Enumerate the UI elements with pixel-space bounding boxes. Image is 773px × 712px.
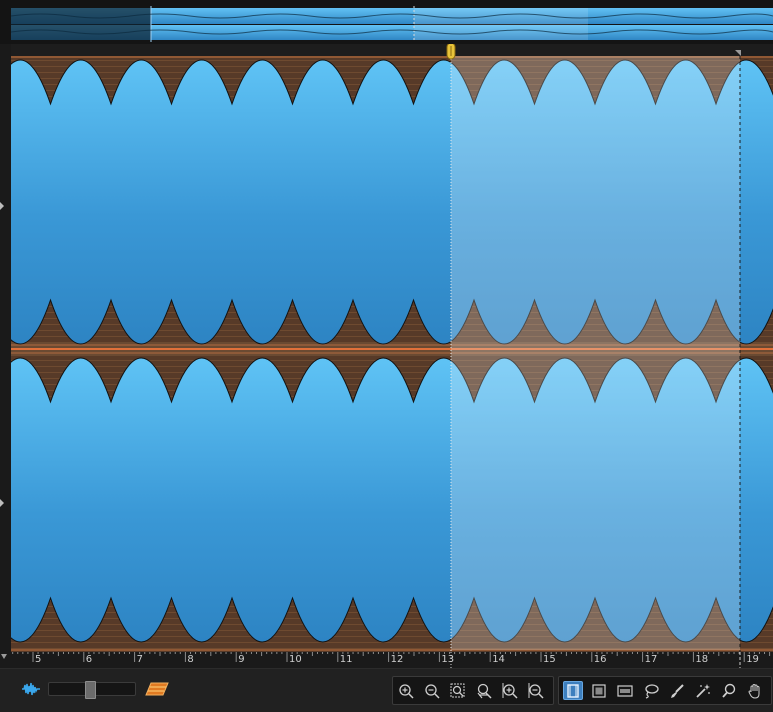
zoom-out-icon[interactable] bbox=[422, 681, 442, 700]
overview-waveform[interactable] bbox=[0, 0, 773, 44]
ruler-label: 8 bbox=[187, 654, 194, 665]
time-selection[interactable] bbox=[451, 56, 740, 650]
ruler-label: 15 bbox=[543, 654, 556, 665]
zoom-slider-thumb[interactable] bbox=[85, 681, 96, 699]
channel-right-arrow-icon[interactable] bbox=[0, 499, 4, 507]
brush-icon[interactable] bbox=[667, 681, 687, 700]
ruler-label: 17 bbox=[644, 654, 658, 665]
ruler-label: 7 bbox=[136, 654, 143, 665]
spectral-icon[interactable] bbox=[144, 681, 170, 697]
waveform-icon[interactable] bbox=[20, 680, 42, 698]
selection-end-handle-icon[interactable] bbox=[735, 50, 741, 56]
zoom-out-vertical-icon[interactable] bbox=[526, 681, 546, 700]
ruler-label: 6 bbox=[85, 654, 93, 665]
overview-navigator[interactable] bbox=[0, 0, 773, 44]
ruler-label: 9 bbox=[238, 654, 245, 665]
zoom-reset-icon[interactable] bbox=[474, 681, 494, 700]
rectangle-selection-icon[interactable] bbox=[589, 681, 609, 700]
ruler-label: 5 bbox=[35, 654, 42, 665]
channel-strip bbox=[0, 44, 11, 661]
selection-toolbar bbox=[558, 676, 772, 705]
zoom-in-icon[interactable] bbox=[396, 681, 416, 700]
ruler-label: 12 bbox=[390, 654, 404, 665]
overview-selection bbox=[414, 8, 588, 40]
lasso-icon[interactable] bbox=[641, 681, 661, 700]
hand-icon[interactable] bbox=[745, 681, 765, 700]
overview-unviewed-left bbox=[11, 8, 151, 40]
ruler-label: 18 bbox=[695, 654, 709, 665]
magnify-icon[interactable] bbox=[719, 681, 739, 700]
ruler-scroll-icon bbox=[1, 654, 7, 659]
time-selection-icon[interactable] bbox=[563, 681, 583, 700]
ruler-label: 16 bbox=[593, 654, 607, 665]
waveform-editor[interactable] bbox=[11, 44, 773, 658]
channel-left-arrow-icon[interactable] bbox=[0, 202, 4, 210]
zoom-in-vertical-icon[interactable] bbox=[500, 681, 520, 700]
ruler-label: 14 bbox=[492, 654, 505, 665]
zoom-slider[interactable] bbox=[48, 681, 136, 699]
magic-wand-icon[interactable] bbox=[693, 681, 713, 700]
zoom-selection-icon[interactable] bbox=[448, 681, 468, 700]
time-ruler[interactable]: 5 6 7 8 9 10 11 12 13 14 15 16 17 18 19 bbox=[0, 652, 773, 668]
ruler-label: 13 bbox=[441, 654, 455, 665]
ruler-label: 10 bbox=[289, 654, 302, 665]
frequency-selection-icon[interactable] bbox=[615, 681, 635, 700]
ruler-label: 19 bbox=[746, 654, 759, 665]
zoom-toolbar bbox=[392, 676, 554, 705]
ruler-label: 11 bbox=[339, 654, 353, 665]
bottom-toolbar bbox=[0, 668, 773, 712]
playhead-marker-icon[interactable] bbox=[446, 44, 456, 60]
